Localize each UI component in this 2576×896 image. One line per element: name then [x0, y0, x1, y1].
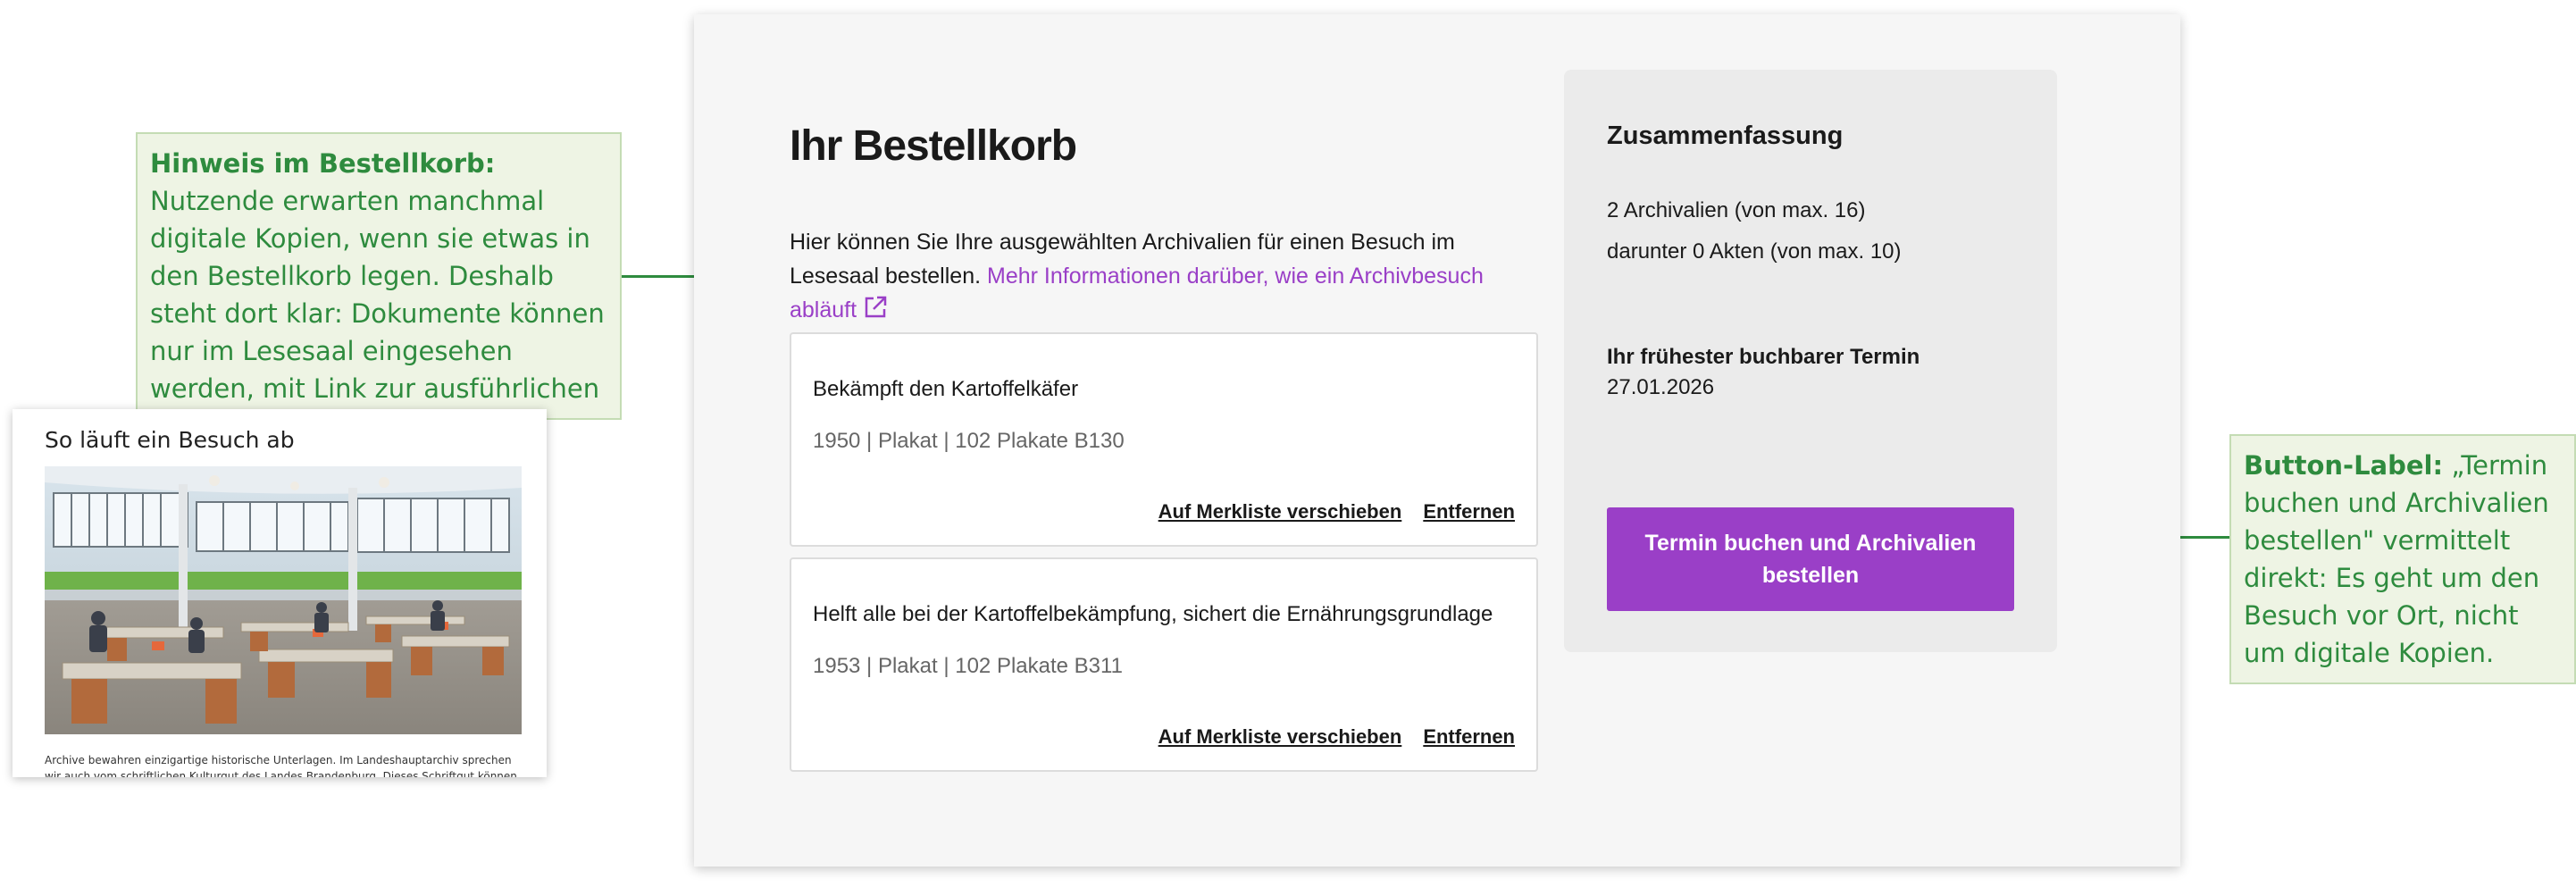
move-to-watchlist-button[interactable]: Auf Merkliste verschieben: [1158, 725, 1402, 749]
page-title: Ihr Bestellkorb: [790, 122, 1077, 170]
item-meta: 1950 | Plakat | 102 Plakate B130: [813, 429, 1125, 453]
item-actions: Auf Merkliste verschieben Entfernen: [1158, 725, 1515, 749]
item-meta: 1953 | Plakat | 102 Plakate B311: [813, 654, 1123, 678]
item-title: Helft alle bei der Kartoffelbekämpfung, …: [813, 602, 1493, 626]
right-annotation-label: Button-Label:: [2244, 450, 2444, 481]
preview-title: So läuft ein Besuch ab: [45, 427, 295, 453]
cart-item: Helft alle bei der Kartoffelbekämpfung, …: [790, 557, 1538, 772]
remove-button[interactable]: Entfernen: [1423, 725, 1515, 749]
item-title: Bekämpft den Kartoffelkäfer: [813, 377, 1079, 401]
left-annotation-label: Hinweis im Bestellkorb:: [150, 148, 496, 179]
item-actions: Auf Merkliste verschieben Entfernen: [1158, 500, 1515, 523]
book-appointment-button[interactable]: Termin buchen und Archivalien bestellen: [1607, 507, 2014, 611]
order-summary: Zusammenfassung 2 Archivalien (von max. …: [1564, 70, 2057, 652]
right-annotation: Button-Label: „Termin buchen und Archiva…: [2229, 434, 2576, 684]
cart-item: Bekämpft den Kartoffelkäfer 1950 | Plaka…: [790, 332, 1538, 547]
external-link-icon: [862, 294, 889, 331]
preview-caption: Archive bewahren einzigartige historisch…: [45, 754, 517, 777]
cart-intro: Hier können Sie Ihre ausgewählten Archiv…: [790, 225, 1549, 331]
cart-page: Ihr Bestellkorb Hier können Sie Ihre aus…: [694, 14, 2180, 867]
earliest-date-value: 27.01.2026: [1607, 375, 1715, 399]
earliest-date-label: Ihr frühester buchbarer Termin: [1607, 345, 1920, 369]
summary-title: Zusammenfassung: [1607, 121, 1844, 150]
left-annotation: Hinweis im Bestellkorb: Nutzende erwarte…: [136, 132, 622, 441]
akten-count: darunter 0 Akten (von max. 10): [1607, 239, 1902, 264]
visit-info-preview: So läuft ein Besuch ab Archive bewahren …: [13, 409, 547, 777]
remove-button[interactable]: Entfernen: [1423, 500, 1515, 523]
move-to-watchlist-button[interactable]: Auf Merkliste verschieben: [1158, 500, 1402, 523]
archivalien-count: 2 Archivalien (von max. 16): [1607, 198, 1866, 222]
left-annotation-text: Nutzende erwarten manchmal digitale Kopi…: [150, 186, 605, 441]
right-annotation-text: „Termin buchen und Archivalien bestellen…: [2244, 450, 2549, 668]
reading-room-photo: [45, 466, 522, 734]
